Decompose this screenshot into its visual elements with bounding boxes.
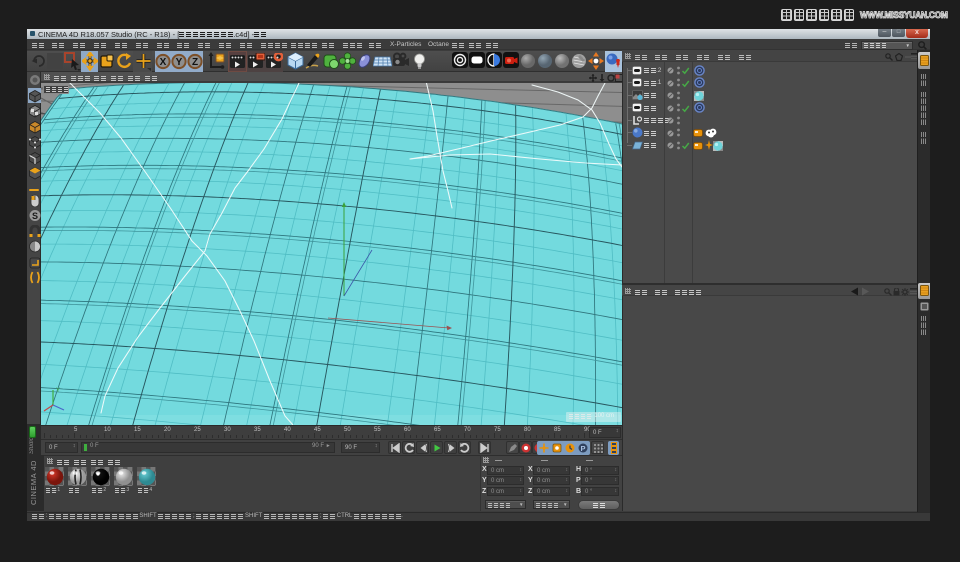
svg-text:S: S: [32, 211, 38, 221]
svg-text:Z: Z: [192, 57, 198, 68]
svg-text:Y: Y: [176, 57, 183, 68]
svg-text:P: P: [580, 443, 585, 452]
svg-text:Y: Y: [56, 388, 60, 394]
svg-text:X: X: [160, 57, 167, 68]
